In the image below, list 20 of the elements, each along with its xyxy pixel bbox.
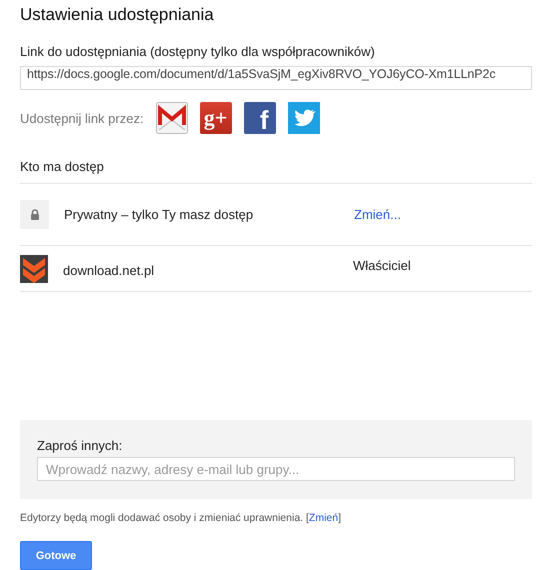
link-field[interactable]: https://docs.google.com/document/d/1a5SvaSjM_egXiv8RVO_YOJ6yCO-Xm1LLnP2c [20,66,532,90]
role-text: Właściciel [353,258,411,273]
google-plus-icon[interactable]: g+ [200,102,232,134]
dialog-title: Ustawienia udostępniania [20,4,215,26]
owner-name: download.net.pl [63,263,156,278]
visibility-text: Prywatny – tylko Ty masz dostęp [64,207,254,222]
link-label: Link do udostępniania (dostępny tylko dla współpracowników) [20,43,376,61]
bird-icon[interactable] [288,102,320,134]
avatar-icon [20,254,48,282]
share-label: Udostępnij link przez: [20,110,144,126]
invite-field[interactable]: Wprowadź nazwy, adresy e-mail lub grupy... [37,457,515,481]
change-link[interactable]: Zmień... [354,207,401,222]
done-button[interactable]: Gotowe [20,541,92,570]
facebook-icon[interactable]: f [244,102,276,134]
editors-note: Edytorzy będą mogli dodawać osoby i zmieniać uprawnienia. [Zmień] [20,512,342,524]
change-link[interactable]: Zmień [308,512,338,524]
invite-label: Zaproś innych: [37,438,124,454]
access-heading: Kto ma dostęp [20,157,532,184]
lock-icon [20,200,49,229]
envelope-icon[interactable] [156,102,188,134]
